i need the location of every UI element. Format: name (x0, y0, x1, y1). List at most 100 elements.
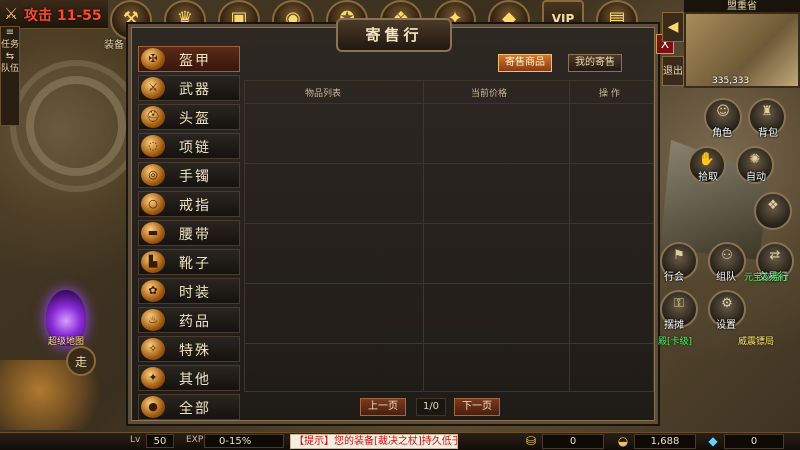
table-row (245, 163, 653, 164)
page-indicator: 1/0 (416, 398, 446, 416)
category-ring[interactable]: ○ 戒指 (138, 191, 240, 217)
potion-icon: ♨ (141, 309, 165, 331)
category-label: 药品 (179, 314, 211, 330)
yuanbao-icon: ◒ (617, 434, 629, 448)
collapse-arrow-icon[interactable]: ◀ (662, 12, 684, 42)
swap-icon[interactable]: ⇆ (1, 51, 19, 62)
role-label: 角色 (712, 128, 732, 139)
walk-button[interactable]: 走 (66, 346, 96, 376)
autumn-tree (0, 360, 130, 430)
menu-icon[interactable]: ≡ (1, 27, 19, 38)
npc-hall-label[interactable]: 殿[卡级] (658, 334, 692, 347)
bag-label: 背包 (758, 128, 778, 139)
category-label: 腰带 (179, 227, 211, 243)
portal-label: 超级地图 (48, 337, 85, 347)
side-team[interactable]: 队伍 (1, 62, 19, 75)
pickup-label: 拾取 (698, 172, 718, 183)
auto-label: 自动 (746, 172, 766, 183)
special-icon: ✧ (141, 338, 165, 360)
category-special[interactable]: ✧ 特殊 (138, 336, 240, 362)
category-label: 时装 (179, 285, 211, 301)
category-weapon[interactable]: ⚔ 武器 (138, 75, 240, 101)
category-label: 武器 (179, 82, 211, 98)
skill-toggle-button[interactable]: ❖ (754, 192, 792, 230)
team-label: 组队 (716, 272, 736, 283)
ground-mosaic (10, 60, 142, 192)
diamond-grid-icon: ❖ (767, 198, 779, 213)
table-row (245, 343, 653, 344)
necklace-icon: ◌ (141, 135, 165, 157)
gold-icon: ⛁ (525, 434, 537, 448)
attack-info: ⚔ 攻击 11-55 (0, 0, 108, 29)
bag-icon: ♜ (761, 104, 773, 119)
fashion-icon: ✿ (141, 280, 165, 302)
category-potion[interactable]: ♨ 药品 (138, 307, 240, 333)
guild-label: 行会 (664, 272, 684, 283)
goods-table: 物品列表 当前价格 操 作 (244, 80, 654, 392)
prev-page-button[interactable]: 上一页 (360, 398, 406, 416)
table-row (245, 283, 653, 284)
weapon-icon: ⚔ (141, 77, 165, 99)
category-other[interactable]: ✦ 其他 (138, 365, 240, 391)
side-task[interactable]: 任务 (1, 38, 19, 51)
diamond-icon: ◆ (708, 434, 718, 448)
category-helmet[interactable]: ⛑ 头盔 (138, 104, 240, 130)
other-icon: ✦ (141, 367, 165, 389)
banner-icon: ⚑ (673, 248, 685, 263)
level-value: 50 (146, 434, 174, 448)
tab-my-consign[interactable]: 我的寄售 (568, 54, 622, 72)
map-coords: 335,333 (712, 76, 750, 86)
panel-title: 寄售行 (336, 18, 452, 52)
divider (569, 81, 570, 391)
col-item-list: 物品列表 (305, 89, 342, 99)
category-fashion[interactable]: ✿ 时装 (138, 278, 240, 304)
npc-escort-label[interactable]: 威震镖局 (738, 334, 774, 347)
level-label: Lv (130, 435, 141, 445)
stall-label: 摆摊 (664, 320, 684, 331)
boots-icon: ▙ (141, 251, 165, 273)
diamond-value: 0 (724, 434, 784, 449)
lock-icon: ⚿ (674, 296, 684, 311)
category-armor[interactable]: ✠ 盔甲 (138, 46, 240, 72)
category-list: ✠ 盔甲 ⚔ 武器 ⛑ 头盔 ◌ 项链 ◎ 手镯 ○ 戒指 ▬ 腰带 ▙ 靴子 … (138, 44, 242, 420)
category-boots[interactable]: ▙ 靴子 (138, 249, 240, 275)
category-label: 全部 (179, 401, 211, 417)
person-icon: ☺ (716, 104, 730, 119)
equip-label: 装备 (104, 40, 124, 51)
category-label: 戒指 (179, 198, 211, 214)
category-label: 手镯 (179, 169, 211, 185)
category-all[interactable]: ● 全部 (138, 394, 240, 420)
exp-label: EXP (186, 435, 204, 445)
category-label: 其他 (179, 372, 211, 388)
category-label: 特殊 (179, 343, 211, 359)
gold-value: 0 (542, 434, 604, 449)
col-action: 操 作 (599, 89, 620, 99)
npc-trade-label[interactable]: 元宝交易行 (744, 270, 789, 283)
category-belt[interactable]: ▬ 腰带 (138, 220, 240, 246)
category-necklace[interactable]: ◌ 项链 (138, 133, 240, 159)
helmet-icon: ⛑ (141, 106, 165, 128)
bracelet-icon: ◎ (141, 164, 165, 186)
table-header: 物品列表 当前价格 操 作 (245, 81, 653, 104)
tab-consign-goods[interactable]: 寄售商品 (498, 54, 552, 72)
attack-range: 11-55 (56, 8, 102, 24)
category-bracelet[interactable]: ◎ 手镯 (138, 162, 240, 188)
attack-label: 攻击 (24, 8, 52, 24)
trade-icon: ⇄ (769, 248, 781, 263)
hand-icon: ✋ (698, 152, 716, 167)
belt-icon: ▬ (141, 222, 165, 244)
settings-label: 设置 (716, 320, 736, 331)
bottom-bar: Lv 50 EXP 0-15% 【提示】您的装备[裁决之杖]持久低于30% ⛁ … (0, 432, 800, 450)
side-panel: ≡ 任务 ⇆ 队伍 (0, 26, 20, 126)
yuanbao-value: 1,688 (634, 434, 696, 449)
exit-button[interactable]: 退出 (662, 56, 684, 86)
col-price: 当前价格 (471, 89, 508, 99)
category-label: 盔甲 (179, 53, 211, 69)
sword-icon: ⚔ (4, 4, 19, 23)
category-label: 项链 (179, 140, 211, 156)
auto-icon: ✺ (749, 152, 761, 167)
divider (423, 81, 424, 391)
next-page-button[interactable]: 下一页 (454, 398, 500, 416)
ring-icon: ○ (141, 193, 165, 215)
exp-value: 0-15% (204, 434, 284, 448)
